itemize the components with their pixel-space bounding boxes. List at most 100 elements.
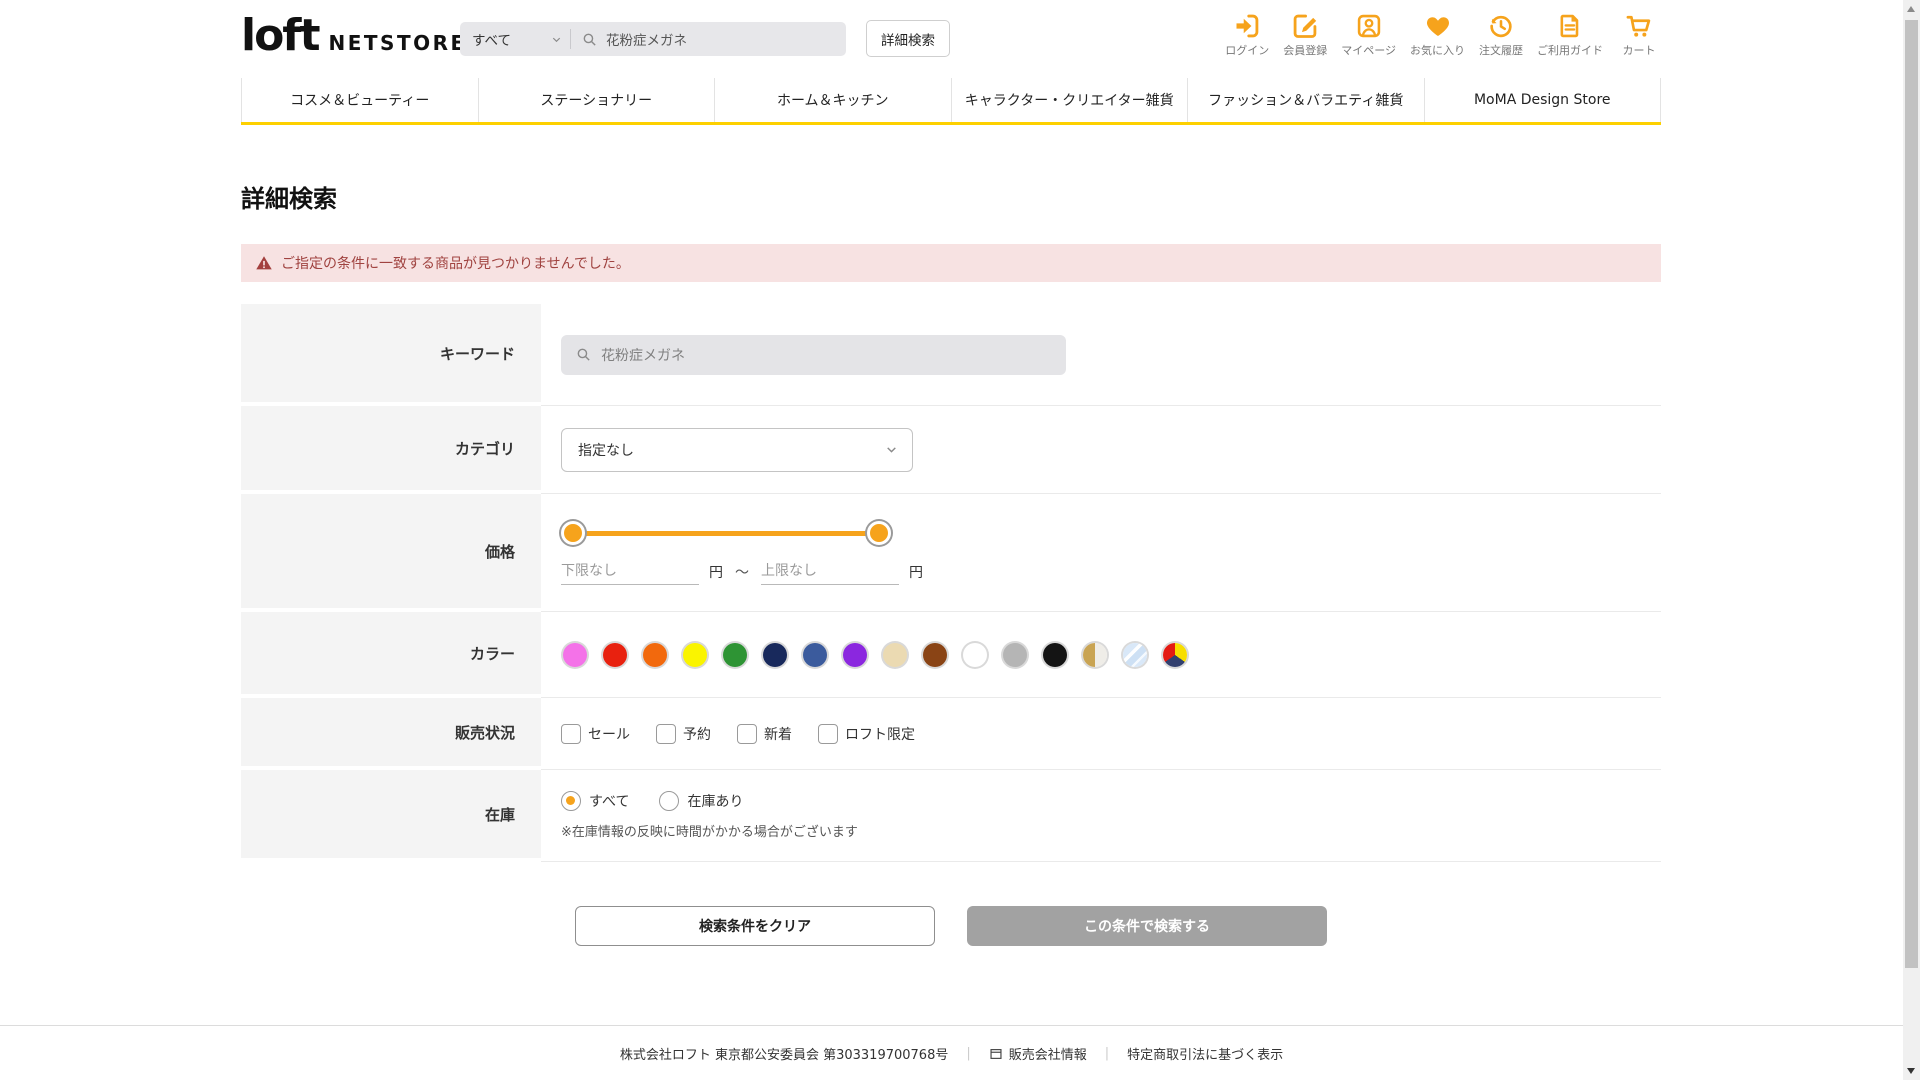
radio-in-stock-circle[interactable] (659, 791, 680, 811)
color-swatch-red[interactable] (603, 642, 627, 667)
category-row: カテゴリ 指定なし (241, 406, 1661, 494)
nav-item-fashion-variety[interactable]: ファッション＆バラエティ雑貨 (1187, 78, 1424, 122)
checkbox-sale-box[interactable] (561, 723, 581, 744)
color-swatch-green[interactable] (723, 642, 747, 667)
footer-company-registration: 株式会社ロフト 東京都公安委員会 第303319700768号 (619, 1048, 949, 1063)
vertical-scrollbar[interactable] (1903, 0, 1920, 1080)
favorites-link[interactable]: お気に入り (1410, 12, 1465, 58)
color-swatch-yellow[interactable] (683, 642, 707, 667)
window-icon (990, 1048, 1002, 1059)
no-results-message: ご指定の条件に一致する商品が見つかりませんでした。 (281, 256, 630, 272)
register-label: 会員登録 (1283, 44, 1328, 57)
chevron-down-icon (552, 37, 561, 42)
header-search-bar[interactable]: すべて 花粉症メガネ (460, 22, 846, 56)
color-swatch-brown[interactable] (923, 642, 947, 667)
keyword-input[interactable]: 花粉症メガネ (561, 334, 1066, 375)
checkbox-loft-exclusive[interactable]: ロフト限定 (818, 723, 915, 744)
nav-item-cosme-beauty[interactable]: コスメ＆ビューティー (241, 78, 478, 122)
guide-icon (1560, 14, 1579, 38)
page-title: 詳細検索 (241, 185, 337, 213)
chevron-down-icon (887, 447, 896, 453)
checkbox-loft-exclusive-label: ロフト限定 (845, 726, 915, 743)
login-link[interactable]: ログイン (1225, 12, 1269, 58)
price-min-input[interactable] (561, 558, 699, 585)
order-history-link[interactable]: 注文履歴 (1479, 12, 1523, 58)
search-icon (583, 33, 596, 46)
radio-stock-all-circle[interactable] (561, 791, 581, 811)
nav-item-stationery[interactable]: ステーショナリー (477, 78, 715, 122)
nav-item-moma-design-store[interactable]: MoMA Design Store (1423, 78, 1661, 122)
radio-in-stock[interactable]: 在庫あり (659, 791, 743, 811)
color-swatch-multicolor[interactable] (1163, 642, 1187, 667)
loft-logo-suffix: NETSTORE (328, 31, 467, 55)
price-max-unit: 円 (909, 564, 923, 581)
scrollbar-down-arrow-icon[interactable] (1907, 1068, 1915, 1074)
mypage-icon (1357, 14, 1380, 38)
site-footer: 株式会社ロフト 東京都公安委員会 第303319700768号 | 販売会社情報… (0, 1025, 1903, 1080)
nav-item-home-kitchen[interactable]: ホーム＆キッチン (714, 78, 951, 122)
checkbox-new-label: 新着 (764, 726, 792, 743)
sales-status-label: 販売状況 (241, 698, 541, 766)
color-swatch-navy[interactable] (763, 642, 787, 667)
scrollbar-up-arrow-icon[interactable] (1907, 6, 1915, 12)
radio-stock-all[interactable]: すべて (561, 791, 629, 811)
color-swatch-gold-silver[interactable] (1083, 642, 1107, 667)
color-swatch-clear[interactable] (1123, 642, 1147, 667)
mypage-link[interactable]: マイページ (1341, 12, 1396, 58)
keyword-row: キーワード 花粉症メガネ (241, 304, 1661, 406)
price-max-input[interactable] (761, 558, 899, 585)
color-swatch-purple[interactable] (843, 642, 867, 667)
nav-item-character-creator[interactable]: キャラクター・クリエイター雑貨 (950, 78, 1188, 122)
color-swatch-white[interactable] (963, 642, 987, 667)
checkbox-new[interactable]: 新着 (737, 723, 792, 744)
search-submit-button[interactable]: この条件で検索する (967, 906, 1327, 946)
keyword-value: 花粉症メガネ (601, 347, 685, 364)
checkbox-new-box[interactable] (737, 723, 757, 744)
category-label: カテゴリ (241, 406, 541, 490)
favorites-icon (1426, 17, 1449, 36)
radio-in-stock-label: 在庫あり (687, 794, 744, 810)
footer-link-commercial-law[interactable]: 特定商取引法に基づく表示 (1127, 1044, 1283, 1063)
cart-icon (1626, 15, 1651, 37)
color-swatch-gray[interactable] (1003, 642, 1027, 667)
scrollbar-thumb[interactable] (1905, 20, 1918, 968)
color-swatch-beige[interactable] (883, 642, 907, 667)
color-swatch-blue[interactable] (803, 642, 827, 667)
price-slider-min-handle[interactable] (561, 520, 585, 545)
category-selected-value: 指定なし (578, 442, 634, 459)
register-link[interactable]: 会員登録 (1283, 12, 1327, 58)
color-swatch-black[interactable] (1043, 642, 1067, 667)
advanced-search-form: キーワード 花粉症メガネ カテゴリ 指定なし 価格 下限なし 円 ～ 上限なし … (241, 304, 1661, 862)
footer-link-seller-info[interactable]: 販売会社情報 (989, 1044, 1087, 1063)
search-input[interactable]: 花粉症メガネ (571, 29, 846, 49)
form-actions: 検索条件をクリア この条件で検索する (241, 906, 1661, 946)
price-slider-max-handle[interactable] (867, 520, 891, 545)
category-nav: コスメ＆ビューティー ステーショナリー ホーム＆キッチン キャラクター・クリエイ… (241, 78, 1661, 125)
login-icon (1236, 14, 1259, 38)
category-select[interactable]: 指定なし (561, 427, 913, 472)
cart-link[interactable]: カート (1617, 12, 1661, 58)
warning-icon (256, 256, 272, 270)
mypage-label: マイページ (1341, 44, 1396, 57)
stock-row: 在庫 すべて 在庫あり ※在庫情報の反映に時間がかかる場合がございます (241, 770, 1661, 862)
color-swatch-orange[interactable] (643, 642, 667, 667)
loft-logo[interactable]: loft NETSTORE (241, 14, 467, 58)
checkbox-loft-exclusive-box[interactable] (818, 723, 838, 744)
price-label: 価格 (241, 494, 541, 608)
order-history-label: 注文履歴 (1479, 44, 1523, 57)
guide-link[interactable]: ご利用ガイド (1537, 12, 1603, 58)
stock-note: ※在庫情報の反映に時間がかかる場合がございます (561, 825, 858, 840)
search-query-text: 花粉症メガネ (606, 33, 687, 49)
register-icon (1293, 14, 1317, 38)
price-range-slider[interactable] (561, 520, 891, 545)
advanced-search-button[interactable]: 詳細検索 (866, 20, 950, 57)
checkbox-preorder-box[interactable] (656, 723, 676, 744)
checkbox-preorder[interactable]: 予約 (656, 723, 711, 744)
checkbox-sale[interactable]: セール (561, 723, 630, 744)
color-swatch-pink[interactable] (563, 642, 587, 667)
loft-logo-brand: loft (241, 10, 320, 61)
footer-separator: | (966, 1046, 971, 1061)
clear-conditions-button[interactable]: 検索条件をクリア (575, 906, 935, 946)
color-label: カラー (241, 612, 541, 694)
search-category-dropdown[interactable]: すべて (460, 22, 570, 56)
